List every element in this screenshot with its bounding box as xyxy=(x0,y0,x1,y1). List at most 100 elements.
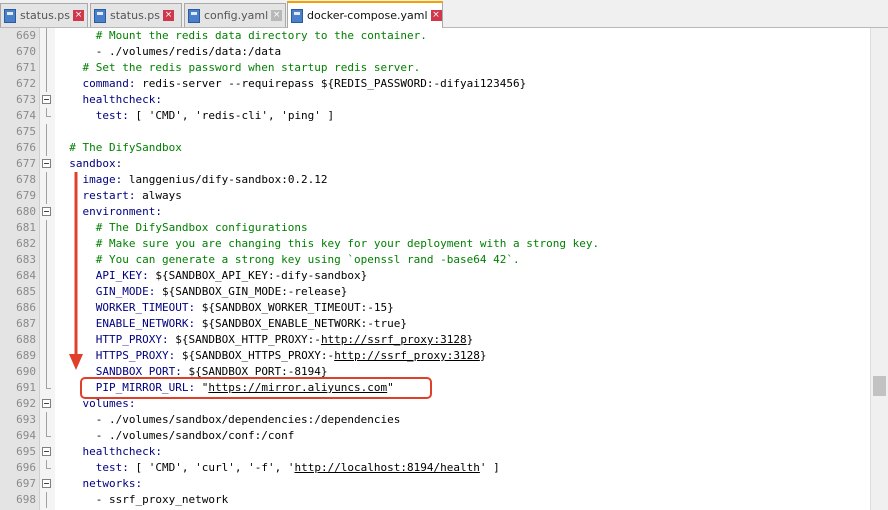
code-text[interactable]: restart: always xyxy=(56,188,182,204)
code-line[interactable]: 673 healthcheck: xyxy=(0,92,870,108)
yaml-key: API_KEY: xyxy=(95,269,149,282)
code-text[interactable]: API_KEY: ${SANDBOX_API_KEY:-dify-sandbox… xyxy=(56,268,368,284)
url-link[interactable]: http://ssrf_proxy:3128 xyxy=(334,349,480,362)
code-line[interactable]: 680 environment: xyxy=(0,204,870,220)
code-line[interactable]: 696 test: [ 'CMD', 'curl', '-f', 'http:/… xyxy=(0,460,870,476)
code-line[interactable]: 672 command: redis-server --requirepass … xyxy=(0,76,870,92)
tab-3[interactable]: config.yaml × xyxy=(184,3,286,27)
fold-toggle-icon[interactable] xyxy=(42,95,51,104)
code-text[interactable]: # Mount the redis data directory to the … xyxy=(56,28,427,44)
code-line[interactable]: 682 # Make sure you are changing this ke… xyxy=(0,236,870,252)
yaml-key: test: xyxy=(95,461,129,474)
url-link[interactable]: http://localhost:8194/health xyxy=(294,461,479,474)
code-text[interactable]: - ./volumes/sandbox/conf:/conf xyxy=(56,428,295,444)
code-text[interactable]: # You can generate a strong key using `o… xyxy=(56,252,520,268)
line-number: 682 xyxy=(16,237,36,250)
code-text[interactable]: environment: xyxy=(56,204,162,220)
code-line[interactable]: 684 API_KEY: ${SANDBOX_API_KEY:-dify-san… xyxy=(0,268,870,284)
code-line[interactable]: 689 HTTPS_PROXY: ${SANDBOX_HTTPS_PROXY:-… xyxy=(0,348,870,364)
close-tab-icon[interactable]: × xyxy=(73,10,85,21)
code-line[interactable]: 683 # You can generate a strong key usin… xyxy=(0,252,870,268)
line-number: 686 xyxy=(16,301,36,314)
code-text[interactable]: healthcheck: xyxy=(56,444,162,460)
code-line[interactable]: 695 healthcheck: xyxy=(0,444,870,460)
tab-2[interactable]: status.ps × xyxy=(90,3,182,27)
close-tab-icon[interactable]: × xyxy=(163,10,175,21)
fold-guide-line xyxy=(46,60,47,76)
url-link[interactable]: http://ssrf_proxy:3128 xyxy=(321,333,467,346)
code-line[interactable]: 679 restart: always xyxy=(0,188,870,204)
code-line[interactable]: 678 image: langgenius/dify-sandbox:0.2.1… xyxy=(0,172,870,188)
code-line[interactable]: 697 networks: xyxy=(0,476,870,492)
yaml-key: ENABLE_NETWORK: xyxy=(95,317,196,330)
code-text[interactable]: HTTP_PROXY: ${SANDBOX_HTTP_PROXY:-http:/… xyxy=(56,332,474,348)
code-text[interactable]: - ./volumes/redis/data:/data xyxy=(56,44,281,60)
line-number: 691 xyxy=(16,381,36,394)
code-text[interactable]: sandbox: xyxy=(56,156,122,172)
line-number: 677 xyxy=(16,157,36,170)
fold-toggle-icon[interactable] xyxy=(42,159,51,168)
code-line[interactable]: 677 sandbox: xyxy=(0,156,870,172)
close-tab-icon[interactable]: × xyxy=(271,10,283,21)
line-number: 693 xyxy=(16,413,36,426)
fold-toggle-icon[interactable] xyxy=(42,399,51,408)
comment-text: # Set the redis password when startup re… xyxy=(82,61,421,74)
tab-4[interactable]: docker-compose.yaml × xyxy=(287,1,443,28)
code-line[interactable]: 688 HTTP_PROXY: ${SANDBOX_HTTP_PROXY:-ht… xyxy=(0,332,870,348)
fold-guide-line xyxy=(46,412,47,428)
yaml-key: test: xyxy=(95,109,129,122)
yaml-key: sandbox: xyxy=(69,157,123,170)
fold-guide-line xyxy=(46,252,47,268)
code-segment: ' ] xyxy=(479,461,500,474)
code-line[interactable]: 676 # The DifySandbox xyxy=(0,140,870,156)
file-icon xyxy=(291,8,303,23)
code-text[interactable]: # The DifySandbox xyxy=(56,140,182,156)
code-line[interactable]: 675 xyxy=(0,124,870,140)
code-text[interactable]: WORKER_TIMEOUT: ${SANDBOX_WORKER_TIMEOUT… xyxy=(56,300,394,316)
code-text[interactable]: # Set the redis password when startup re… xyxy=(56,60,421,76)
code-text[interactable]: - ./volumes/sandbox/dependencies:/depend… xyxy=(56,412,401,428)
code-line[interactable]: 670 - ./volumes/redis/data:/data xyxy=(0,44,870,60)
code-text[interactable]: - ssrf_proxy_network xyxy=(56,492,228,508)
code-text[interactable]: # Make sure you are changing this key fo… xyxy=(56,236,599,252)
code-line[interactable]: 686 WORKER_TIMEOUT: ${SANDBOX_WORKER_TIM… xyxy=(0,300,870,316)
fold-guide-line xyxy=(46,188,47,204)
code-line[interactable]: 693 - ./volumes/sandbox/dependencies:/de… xyxy=(0,412,870,428)
yaml-key: healthcheck: xyxy=(82,445,162,458)
code-line[interactable]: 669 # Mount the redis data directory to … xyxy=(0,28,870,44)
code-line[interactable]: 685 GIN_MODE: ${SANDBOX_GIN_MODE:-releas… xyxy=(0,284,870,300)
code-text[interactable]: test: [ 'CMD', 'redis-cli', 'ping' ] xyxy=(56,108,334,124)
fold-guide-line xyxy=(46,348,47,364)
code-text[interactable]: HTTPS_PROXY: ${SANDBOX_HTTPS_PROXY:-http… xyxy=(56,348,487,364)
code-text[interactable]: command: redis-server --requirepass ${RE… xyxy=(56,76,527,92)
line-number: 680 xyxy=(16,205,36,218)
fold-toggle-icon[interactable] xyxy=(42,479,51,488)
fold-toggle-icon[interactable] xyxy=(42,447,51,456)
fold-guide-line xyxy=(46,236,47,252)
code-text[interactable]: networks: xyxy=(56,476,143,492)
tab-1[interactable]: status.ps × xyxy=(0,3,88,27)
code-text[interactable]: ENABLE_NETWORK: ${SANDBOX_ENABLE_NETWORK… xyxy=(56,316,407,332)
code-text[interactable]: image: langgenius/dify-sandbox:0.2.12 xyxy=(56,172,328,188)
code-line[interactable]: 674 test: [ 'CMD', 'redis-cli', 'ping' ] xyxy=(0,108,870,124)
line-number: 683 xyxy=(16,253,36,266)
code-text[interactable]: # The DifySandbox configurations xyxy=(56,220,308,236)
code-line[interactable]: 698 - ssrf_proxy_network xyxy=(0,492,870,508)
code-text[interactable]: GIN_MODE: ${SANDBOX_GIN_MODE:-release} xyxy=(56,284,348,300)
close-tab-icon[interactable]: × xyxy=(430,10,442,21)
vertical-scrollbar[interactable] xyxy=(870,28,888,510)
code-text[interactable]: test: [ 'CMD', 'curl', '-f', 'http://loc… xyxy=(56,460,500,476)
line-number: 679 xyxy=(16,189,36,202)
code-line[interactable]: 687 ENABLE_NETWORK: ${SANDBOX_ENABLE_NET… xyxy=(0,316,870,332)
line-number: 669 xyxy=(16,29,36,42)
fold-toggle-icon[interactable] xyxy=(42,207,51,216)
code-text[interactable]: healthcheck: xyxy=(56,92,162,108)
code-line[interactable]: 694 - ./volumes/sandbox/conf:/conf xyxy=(0,428,870,444)
scrollbar-thumb[interactable] xyxy=(873,376,886,396)
code-line[interactable]: 671 # Set the redis password when startu… xyxy=(0,60,870,76)
code-line[interactable]: 681 # The DifySandbox configurations xyxy=(0,220,870,236)
